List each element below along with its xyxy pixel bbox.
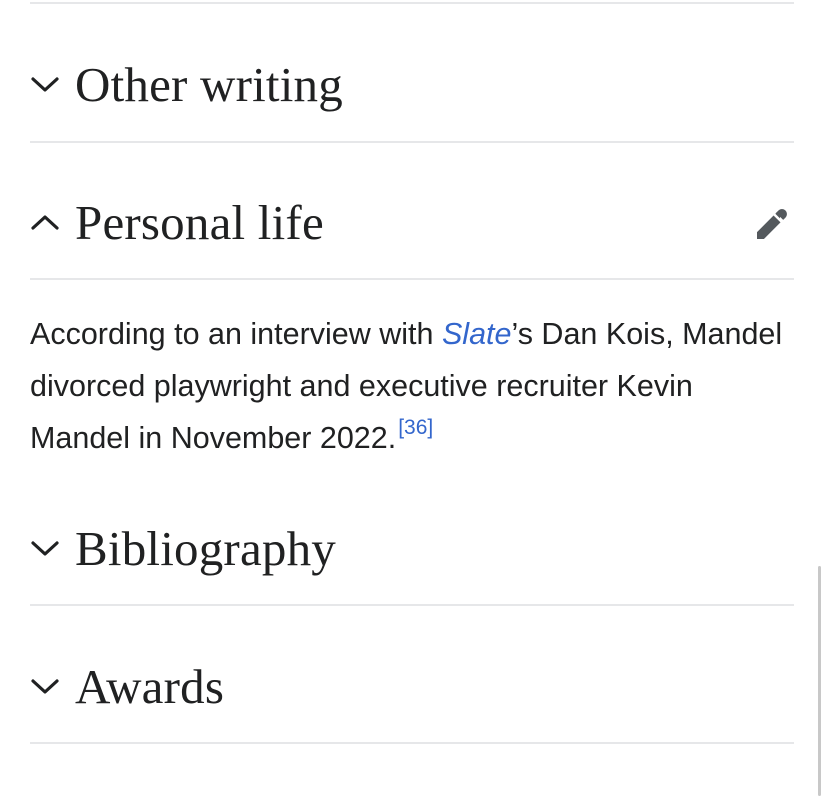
citation-superscript: [36]	[398, 416, 433, 439]
pencil-icon[interactable]	[752, 204, 792, 244]
personal-life-paragraph: According to an interview with Slate’s D…	[30, 308, 794, 464]
section-header-other-writing[interactable]: Other writing	[30, 44, 794, 124]
scrollbar[interactable]	[818, 566, 821, 796]
section-divider	[30, 742, 794, 744]
section-title: Awards	[75, 658, 225, 714]
chevron-down-icon	[30, 69, 60, 99]
section-title: Bibliography	[75, 520, 336, 576]
article-content: Other writing Personal life According to…	[30, 0, 794, 796]
section-divider	[30, 604, 794, 606]
chevron-up-icon	[30, 207, 60, 237]
section-title: Personal life	[75, 194, 324, 250]
section-title: Other writing	[75, 56, 343, 112]
slate-link[interactable]: Slate	[442, 317, 512, 351]
chevron-down-icon	[30, 533, 60, 563]
section-divider	[30, 278, 794, 280]
chevron-down-icon	[30, 671, 60, 701]
section-header-awards[interactable]: Awards	[30, 646, 794, 726]
section-header-personal-life[interactable]: Personal life	[30, 182, 794, 262]
section-header-bibliography[interactable]: Bibliography	[30, 508, 794, 588]
section-divider	[30, 141, 794, 143]
section-divider	[30, 2, 794, 4]
citation-link[interactable]: [36]	[398, 416, 433, 439]
paragraph-text: According to an interview with	[30, 317, 442, 351]
